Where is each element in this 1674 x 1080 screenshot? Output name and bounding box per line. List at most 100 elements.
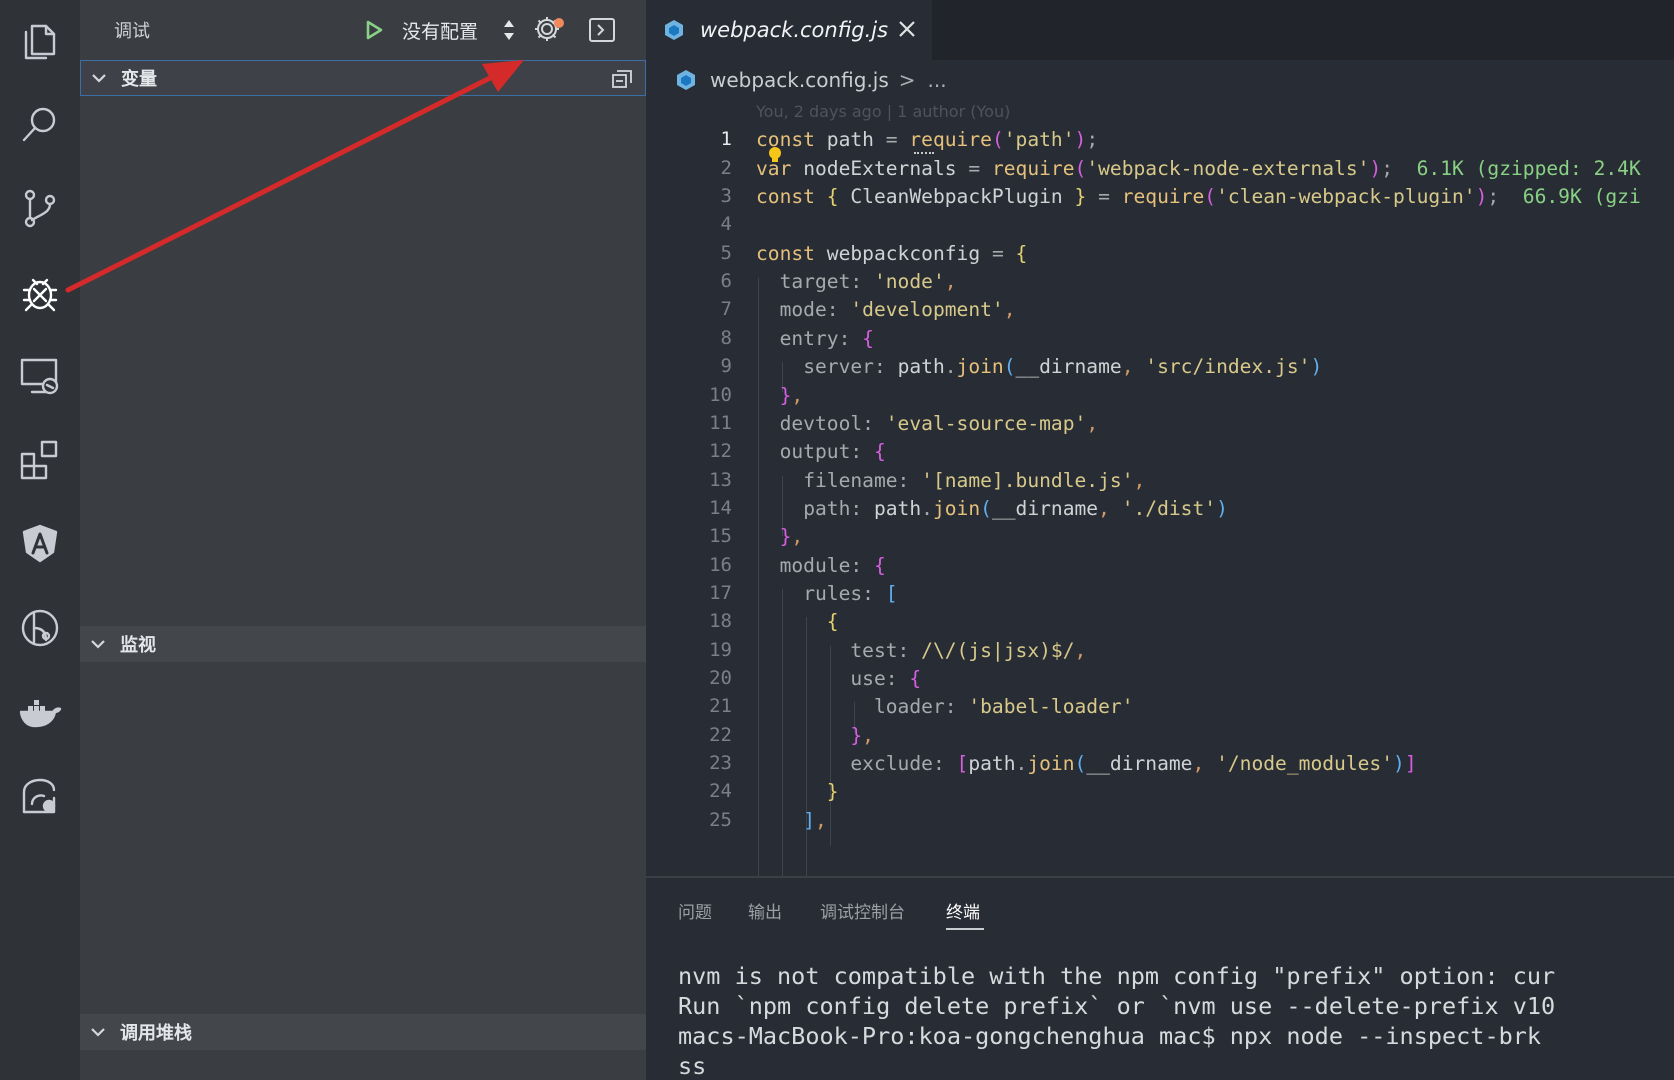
line-number: 19 [709,639,732,661]
chevron-down-icon [90,636,106,652]
line-number: 25 [709,809,732,831]
tab-webpack-config[interactable]: webpack.config.js [646,0,932,60]
code-line: loader: 'babel-loader' [873,695,1134,718]
line-number: 6 [720,270,732,292]
gitlens-icon[interactable] [16,604,64,652]
code-line: } [826,780,839,803]
bottom-panel: 问题 输出 调试控制台 终端 nvm is not compatible wit… [646,876,1674,1080]
terminal-line: nvm is not compatible with the npm confi… [678,962,1556,990]
callstack-section-header[interactable]: 调用堆栈 [80,1014,646,1050]
play-icon [366,20,383,40]
code-line: devtool: 'eval-source-map', [779,412,1099,435]
terminal-icon [589,18,615,42]
tab-close-button[interactable] [896,18,918,40]
lightbulb-icon[interactable] [768,146,782,164]
close-icon [899,21,915,37]
code-line: mode: 'development', [779,298,1016,321]
debug-icon[interactable] [16,268,64,316]
line-number: 13 [709,469,732,491]
line-number: 18 [709,610,732,632]
line-number: 12 [709,440,732,462]
editor-tabbar: webpack.config.js [646,0,1674,60]
debug-config-select[interactable]: 没有配置 [402,16,522,44]
remote-explorer-icon[interactable] [16,352,64,400]
code-line: test: /\/(js|jsx)$/, [850,639,1087,662]
remote-icon[interactable] [16,772,64,820]
code-line: { [826,610,839,633]
code-line: server: path.join(__dirname, 'src/index.… [803,355,1323,378]
code-editor[interactable]: You, 2 days ago | 1 author (You) 1234567… [646,100,1674,876]
line-number: 1 [720,128,732,150]
code-line: }, [850,724,874,747]
code-content[interactable]: const path = require('path'); var nodeEx… [756,100,1674,876]
code-line: }, [779,384,804,407]
collapse-all-button[interactable] [611,69,633,89]
source-control-icon[interactable] [16,184,64,232]
code-line: module: { [779,554,886,577]
watch-label: 监视 [120,635,156,656]
tab-problems[interactable]: 问题 [678,898,712,923]
tab-debug-console[interactable]: 调试控制台 [820,898,905,923]
breadcrumb-file[interactable]: webpack.config.js [710,68,889,92]
breadcrumb-separator: > [898,68,916,92]
line-number: 3 [720,185,732,207]
import-size-hint: 6.1K (gzipped: 2.4K [1416,157,1641,180]
docker-icon[interactable] [16,688,64,736]
extensions-icon[interactable] [16,436,64,484]
line-number: 24 [709,780,732,802]
chevron-down-icon [91,70,107,86]
code-line: const webpackconfig = { [756,242,1028,265]
tab-label: webpack.config.js [700,18,889,42]
notification-dot [554,18,564,28]
line-number: 16 [709,554,732,576]
line-number: 9 [720,355,732,377]
variables-label: 变量 [121,69,157,90]
line-number: 8 [720,327,732,349]
line-number: 7 [720,298,732,320]
activity-bar [0,0,80,1080]
line-number: 22 [709,724,732,746]
code-line: exclude: [path.join(__dirname, '/node_mo… [850,752,1417,775]
breadcrumb-more[interactable]: ... [928,68,947,92]
code-line: rules: [ [803,582,898,605]
line-number: 5 [720,242,732,264]
code-line: entry: { [779,327,874,350]
callstack-label: 调用堆栈 [120,1023,192,1044]
hint-dots [914,150,934,154]
line-number: 11 [709,412,732,434]
code-line: path: path.join(__dirname, './dist') [803,497,1228,520]
line-number: 23 [709,752,732,774]
tab-terminal[interactable]: 终端 [946,898,980,923]
line-number: 10 [709,384,732,406]
angular-icon[interactable] [16,520,64,568]
watch-section-header[interactable]: 监视 [80,626,646,662]
files-icon[interactable] [16,18,64,66]
line-number-gutter: 1 2 3 4 5 6 7 8 9 10 11 12 13 14 15 16 17 18 19 20 21 22 23 24 2… [646,100,732,876]
debug-sidebar: 调试 没有配置 变量 监视 调用堆栈 [80,0,646,1080]
code-line: target: 'node', [779,270,957,293]
chevron-down-icon [90,1024,106,1040]
variables-section-header[interactable]: 变量 [80,60,646,96]
import-size-hint: 66.9K (gzi [1522,185,1641,208]
code-line: }, [779,525,804,548]
line-number: 21 [709,695,732,717]
open-launch-json-button[interactable] [532,14,568,48]
collapse-all-icon [612,70,632,88]
code-line: ], [803,809,827,832]
editor: webpack.config.js webpack.config.js > ..… [646,0,1674,876]
line-number: 2 [720,157,732,179]
active-tab-indicator [946,928,984,930]
updown-arrows-icon [504,20,514,40]
line-number: 15 [709,525,732,547]
start-debugging-button[interactable] [360,16,388,44]
sidebar-title: 调试 [114,21,150,42]
line-number: 20 [709,667,732,689]
tab-output[interactable]: 输出 [748,898,782,923]
line-number: 4 [720,213,732,235]
code-line: var nodeExternals = require('webpack-nod… [756,157,1641,180]
search-icon[interactable] [16,100,64,148]
code-line: const { CleanWebpackPlugin } = require('… [756,185,1641,208]
config-select-value: 没有配置 [402,20,479,43]
debug-console-button[interactable] [588,16,618,46]
code-line: use: { [850,667,922,690]
